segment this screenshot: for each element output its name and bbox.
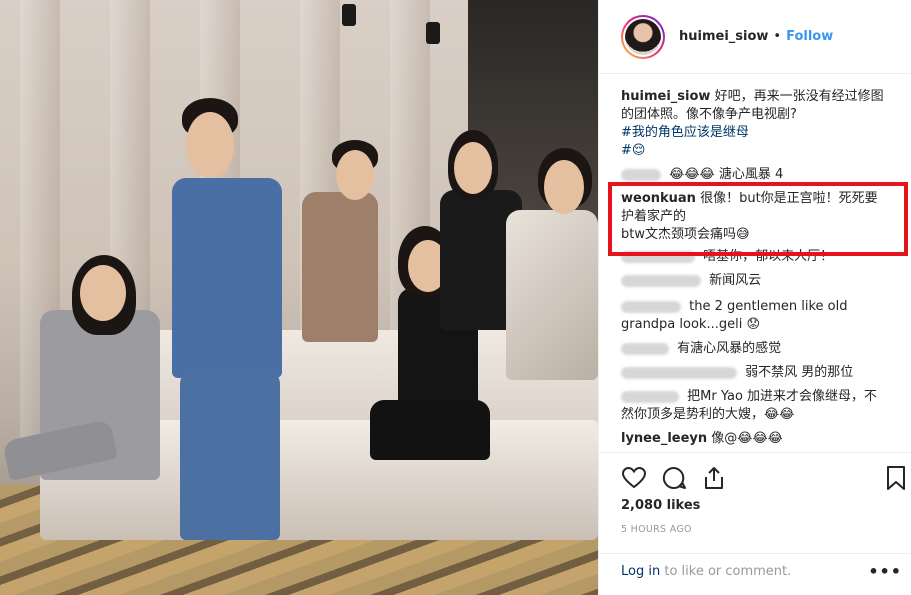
avatar-image <box>625 18 661 55</box>
blurred-username <box>621 168 661 181</box>
comment-item: lynee_leeyn 像@😂😂😂 <box>621 430 783 448</box>
caption-text: 好吧，再来一张没有经过修图 <box>714 89 884 104</box>
caption-username[interactable]: huimei_siow <box>621 89 710 104</box>
action-bar <box>599 452 911 504</box>
login-prompt: to like or comment. <box>664 564 792 579</box>
comment-item: 弱不禁风 男的那位 <box>621 364 853 382</box>
red-highlight-box <box>608 182 908 256</box>
blurred-username <box>621 274 701 287</box>
comment-text: 新闻风云 <box>709 273 762 288</box>
comment-item: 有溏心风暴的感觉 <box>621 340 781 358</box>
follow-button[interactable]: Follow <box>786 29 833 44</box>
comment-icon[interactable] <box>661 465 687 491</box>
blurred-username <box>621 390 679 403</box>
header-username[interactable]: huimei_siow <box>679 29 768 44</box>
blurred-username <box>621 300 681 313</box>
comment-text: 把Mr Yao 加进来才会像继母，不 <box>687 389 878 404</box>
blurred-username <box>621 366 737 379</box>
caption-line-1: huimei_siow 好吧，再来一张没有经过修图 <box>621 88 884 106</box>
heart-icon[interactable] <box>621 465 647 491</box>
header-separator: • <box>773 29 782 44</box>
more-options-icon[interactable]: ••• <box>868 554 902 590</box>
login-link[interactable]: Log in <box>621 564 660 579</box>
comment-text: 弱不禁风 男的那位 <box>745 365 854 380</box>
caption-hashtag[interactable]: #我的角色应该是继母 <box>621 124 749 142</box>
bookmark-icon[interactable] <box>885 465 911 491</box>
comment-text: the 2 gentlemen like old <box>689 299 848 314</box>
comment-text: 😂😂😂 溏心風暴 4 <box>669 167 784 182</box>
comment-text: 有溏心风暴的感觉 <box>677 341 782 356</box>
comment-item: the 2 gentlemen like old <box>621 298 847 316</box>
caption-hashtag[interactable]: #😌 <box>621 142 645 160</box>
caption-line-2: 的团体照。像不像争产电视剧? <box>621 107 797 122</box>
comment-item: 把Mr Yao 加进来才会像继母，不 <box>621 388 877 406</box>
post-header: huimei_siow • Follow <box>599 0 911 74</box>
comment-text: 像@😂😂😂 <box>711 431 783 446</box>
login-footer: Log in to like or comment. ••• <box>599 553 911 595</box>
blurred-username <box>621 342 669 355</box>
post-sidebar: huimei_siow • Follow huimei_siow 好吧，再来一张… <box>598 0 911 595</box>
post-photo[interactable] <box>0 0 598 595</box>
comment-text: 然你顶多是势利的大嫂，😂😂 <box>621 407 795 422</box>
post-timestamp: 5 HOURS AGO <box>621 524 692 535</box>
share-icon[interactable] <box>701 465 727 491</box>
likes-count[interactable]: 2,080 likes <box>621 498 700 513</box>
avatar[interactable] <box>621 14 665 59</box>
spotlight <box>426 22 440 44</box>
comment-item: 新闻风云 <box>621 272 761 290</box>
comment-text: grandpa look...geli 😟 <box>621 317 761 332</box>
comment-username[interactable]: lynee_leeyn <box>621 431 707 446</box>
spotlight <box>342 4 356 26</box>
